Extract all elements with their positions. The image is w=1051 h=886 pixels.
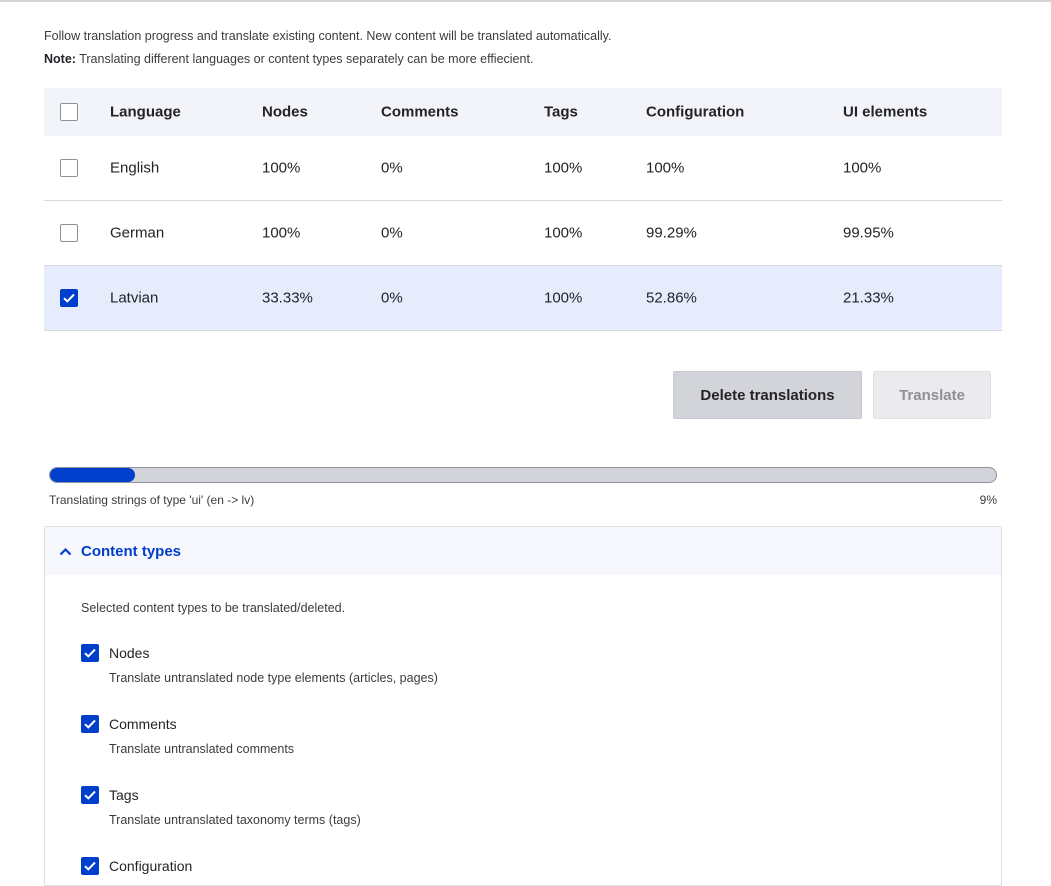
cell-ui-elements: 21.33% <box>843 289 894 307</box>
progress-percent: 9% <box>979 493 997 507</box>
cell-comments: 0% <box>381 159 403 177</box>
cell-configuration: 100% <box>646 159 685 177</box>
cell-nodes: 33.33% <box>262 289 313 307</box>
header-configuration[interactable]: Configuration <box>646 104 744 121</box>
option-label[interactable]: Configuration <box>109 857 192 875</box>
panel-description: Selected content types to be translated/… <box>81 601 346 615</box>
row-checkbox-latvian[interactable] <box>60 289 78 307</box>
header-ui-elements[interactable]: UI elements <box>843 104 927 121</box>
table-row-german[interactable]: German 100% 0% 100% 99.29% 99.95% <box>44 201 1002 266</box>
table-header-row: Language Nodes Comments Tags Configurati… <box>44 88 1002 136</box>
cell-comments: 0% <box>381 224 403 242</box>
tags-checkbox[interactable] <box>81 786 99 804</box>
cell-configuration: 52.86% <box>646 289 697 307</box>
progress-bar <box>49 467 997 483</box>
check-icon <box>63 293 75 303</box>
cell-language: English <box>110 159 160 177</box>
table-row-english[interactable]: English 100% 0% 100% 100% 100% <box>44 136 1002 201</box>
cell-language: German <box>110 224 165 242</box>
cell-ui-elements: 99.95% <box>843 224 894 242</box>
check-icon <box>84 790 96 800</box>
cell-configuration: 99.29% <box>646 224 697 242</box>
top-border <box>0 0 1051 2</box>
header-language[interactable]: Language <box>110 104 181 121</box>
cell-tags: 100% <box>544 224 583 242</box>
row-checkbox-english[interactable] <box>60 159 78 177</box>
check-icon <box>84 719 96 729</box>
header-nodes[interactable]: Nodes <box>262 104 308 121</box>
panel-title: Content types <box>81 542 182 560</box>
option-label[interactable]: Nodes <box>109 644 149 662</box>
option-label[interactable]: Tags <box>109 786 139 804</box>
row-checkbox-german[interactable] <box>60 224 78 242</box>
content-types-toggle[interactable]: Content types <box>45 527 1001 575</box>
cell-tags: 100% <box>544 289 583 307</box>
progress-fill <box>50 468 136 482</box>
configuration-checkbox[interactable] <box>81 857 99 875</box>
check-icon <box>84 861 96 871</box>
option-description: Translate untranslated taxonomy terms (t… <box>109 813 361 827</box>
note-label: Note: <box>44 52 76 66</box>
cell-language: Latvian <box>110 289 159 307</box>
option-description: Translate untranslated comments <box>109 742 295 756</box>
content-types-panel: Content types Selected content types to … <box>44 526 1002 886</box>
select-all-checkbox[interactable] <box>60 103 78 121</box>
translate-button[interactable]: Translate <box>873 371 991 419</box>
cell-ui-elements: 100% <box>843 159 882 177</box>
cell-nodes: 100% <box>262 224 301 242</box>
cell-tags: 100% <box>544 159 583 177</box>
chevron-up-icon <box>59 547 72 555</box>
note-text: Translating different languages or conte… <box>75 52 534 66</box>
intro-note: Note: Translating different languages or… <box>44 48 611 71</box>
table-row-latvian[interactable]: Latvian 33.33% 0% 100% 52.86% 21.33% <box>44 266 1002 331</box>
option-description: Translate untranslated node type element… <box>109 671 438 685</box>
header-tags[interactable]: Tags <box>544 104 578 121</box>
intro-line: Follow translation progress and translat… <box>44 29 612 43</box>
progress-label: Translating strings of type 'ui' (en -> … <box>49 493 255 507</box>
intro-text: Follow translation progress and translat… <box>44 25 611 71</box>
languages-table: Language Nodes Comments Tags Configurati… <box>44 88 1002 331</box>
option-label[interactable]: Comments <box>109 715 177 733</box>
nodes-checkbox[interactable] <box>81 644 99 662</box>
delete-translations-button[interactable]: Delete translations <box>673 371 862 419</box>
comments-checkbox[interactable] <box>81 715 99 733</box>
header-comments[interactable]: Comments <box>381 104 459 121</box>
check-icon <box>84 648 96 658</box>
cell-nodes: 100% <box>262 159 301 177</box>
cell-comments: 0% <box>381 289 403 307</box>
